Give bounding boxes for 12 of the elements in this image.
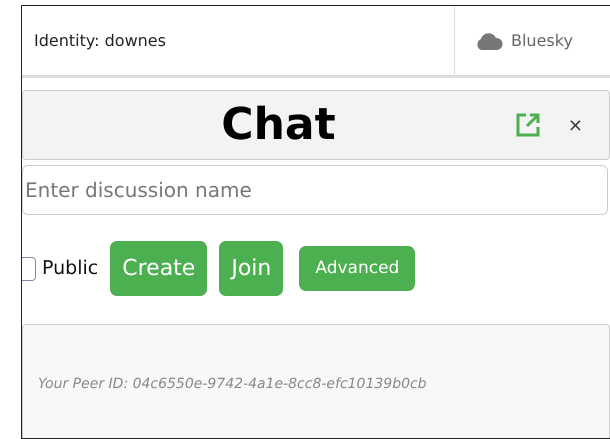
action-button[interactable]: Create: [110, 241, 208, 296]
discussion-name-field[interactable]: Enter discussion name: [22, 165, 608, 215]
action-button[interactable]: Join: [219, 241, 284, 296]
identity-label: Identity: downes: [34, 30, 166, 52]
peer-id-text: Your Peer ID: 04c6550e-9742-4a1e-8cc8-efc10139b0cb: [38, 374, 427, 394]
action-button[interactable]: Advanced: [299, 246, 416, 291]
public-label: Public: [42, 256, 98, 282]
external-link-icon[interactable]: [514, 111, 542, 139]
cloud-icon: [475, 32, 503, 50]
close-button[interactable]: ×: [542, 112, 609, 138]
service-label[interactable]: Bluesky: [511, 28, 573, 52]
chat-title: Chat: [221, 99, 336, 150]
